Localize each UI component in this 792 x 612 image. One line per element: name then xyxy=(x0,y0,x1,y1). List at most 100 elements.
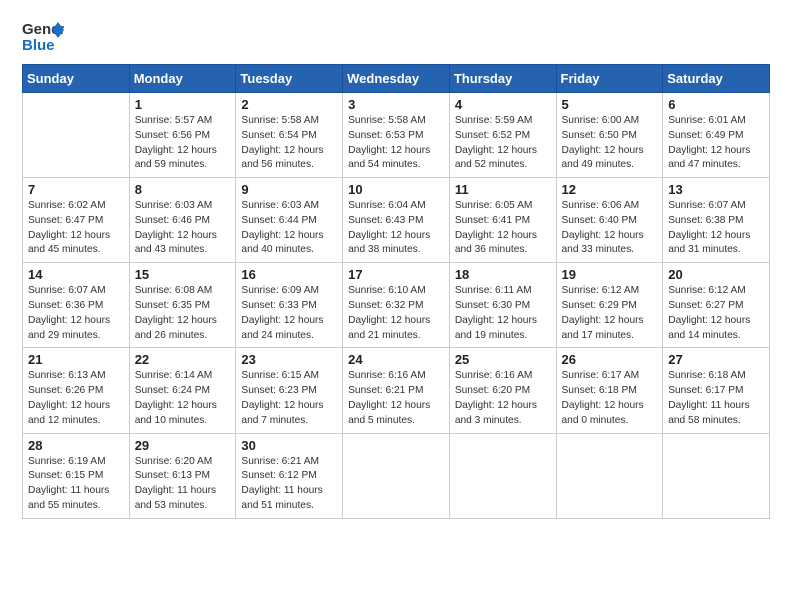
calendar-cell: 26Sunrise: 6:17 AM Sunset: 6:18 PM Dayli… xyxy=(556,348,663,433)
calendar-cell: 16 Sunrise: 6:09 AM Sunset: 6:33 PM Dayli… xyxy=(236,263,343,348)
day-number: 10 xyxy=(348,182,444,197)
day-number: 25 xyxy=(455,352,551,367)
logo-icon: General Blue xyxy=(22,18,64,54)
calendar-cell: 3 Sunrise: 5:58 AM Sunset: 6:53 PM Daylig… xyxy=(343,93,450,178)
day-info: Sunrise: 6:15 AM Sunset: 6:23 PM Dayligh… xyxy=(241,369,337,428)
day-info: Sunrise: 5:58 AM Sunset: 6:53 PM Dayligh… xyxy=(348,114,444,173)
day-info: Sunrise: 6:07 AM Sunset: 6:36 PM Dayligh… xyxy=(28,284,124,343)
day-number: 17 xyxy=(348,267,444,282)
calendar-cell: 2 Sunrise: 5:58 AM Sunset: 6:54 PM Daylig… xyxy=(236,93,343,178)
calendar-cell: 19 Sunrise: 6:12 AM Sunset: 6:29 PM Dayli… xyxy=(556,263,663,348)
calendar-cell: 5 Sunrise: 6:00 AM Sunset: 6:50 PM Daylig… xyxy=(556,93,663,178)
calendar-cell: 23 Sunrise: 6:15 AM Sunset: 6:23 PM Dayli… xyxy=(236,348,343,433)
calendar-cell: 4 Sunrise: 5:59 AM Sunset: 6:52 PM Daylig… xyxy=(449,93,556,178)
day-number: 6 xyxy=(668,97,764,112)
page: General Blue Sunday Monday Tuesday Wedne… xyxy=(0,0,792,612)
day-number: 24 xyxy=(348,352,444,367)
day-info: Sunrise: 6:01 AM Sunset: 6:49 PM Dayligh… xyxy=(668,114,764,173)
day-number: 2 xyxy=(241,97,337,112)
calendar-cell: 28 Sunrise: 6:19 AM Sunset: 6:15 PM Dayli… xyxy=(23,433,130,518)
calendar-cell: 20 Sunrise: 6:12 AM Sunset: 6:27 PM Dayli… xyxy=(663,263,770,348)
calendar-cell: 24 Sunrise: 6:16 AM Sunset: 6:21 PM Dayli… xyxy=(343,348,450,433)
day-info: Sunrise: 6:12 AM Sunset: 6:27 PM Dayligh… xyxy=(668,284,764,343)
day-info: Sunrise: 6:05 AM Sunset: 6:41 PM Dayligh… xyxy=(455,199,551,258)
day-info: Sunrise: 6:08 AM Sunset: 6:35 PM Dayligh… xyxy=(135,284,231,343)
calendar-week-row: 21Sunrise: 6:13 AM Sunset: 6:26 PM Dayli… xyxy=(23,348,770,433)
calendar-header-row: Sunday Monday Tuesday Wednesday Thursday… xyxy=(23,65,770,93)
calendar-week-row: 14 Sunrise: 6:07 AM Sunset: 6:36 PM Dayli… xyxy=(23,263,770,348)
day-info: Sunrise: 6:13 AM Sunset: 6:26 PM Dayligh… xyxy=(28,369,124,428)
day-number: 12 xyxy=(562,182,658,197)
day-info: Sunrise: 6:16 AM Sunset: 6:21 PM Dayligh… xyxy=(348,369,444,428)
col-saturday: Saturday xyxy=(663,65,770,93)
col-friday: Friday xyxy=(556,65,663,93)
day-info: Sunrise: 6:00 AM Sunset: 6:50 PM Dayligh… xyxy=(562,114,658,173)
day-info: Sunrise: 6:19 AM Sunset: 6:15 PM Dayligh… xyxy=(28,455,124,514)
day-number: 19 xyxy=(562,267,658,282)
calendar-week-row: 28 Sunrise: 6:19 AM Sunset: 6:15 PM Dayli… xyxy=(23,433,770,518)
col-thursday: Thursday xyxy=(449,65,556,93)
calendar-cell: 8 Sunrise: 6:03 AM Sunset: 6:46 PM Daylig… xyxy=(129,178,236,263)
day-info: Sunrise: 6:16 AM Sunset: 6:20 PM Dayligh… xyxy=(455,369,551,428)
day-number: 11 xyxy=(455,182,551,197)
day-number: 14 xyxy=(28,267,124,282)
day-number: 28 xyxy=(28,438,124,453)
calendar-cell: 18Sunrise: 6:11 AM Sunset: 6:30 PM Dayli… xyxy=(449,263,556,348)
col-wednesday: Wednesday xyxy=(343,65,450,93)
day-number: 1 xyxy=(135,97,231,112)
calendar-cell: 7 Sunrise: 6:02 AM Sunset: 6:47 PM Daylig… xyxy=(23,178,130,263)
day-number: 23 xyxy=(241,352,337,367)
calendar-cell: 6 Sunrise: 6:01 AM Sunset: 6:49 PM Daylig… xyxy=(663,93,770,178)
calendar-cell: 1 Sunrise: 5:57 AM Sunset: 6:56 PM Daylig… xyxy=(129,93,236,178)
col-sunday: Sunday xyxy=(23,65,130,93)
calendar-cell: 12 Sunrise: 6:06 AM Sunset: 6:40 PM Dayli… xyxy=(556,178,663,263)
calendar-cell: 13Sunrise: 6:07 AM Sunset: 6:38 PM Dayli… xyxy=(663,178,770,263)
day-info: Sunrise: 5:58 AM Sunset: 6:54 PM Dayligh… xyxy=(241,114,337,173)
day-info: Sunrise: 6:07 AM Sunset: 6:38 PM Dayligh… xyxy=(668,199,764,258)
day-number: 27 xyxy=(668,352,764,367)
logo-svg-container: General Blue xyxy=(22,18,64,54)
calendar-table: Sunday Monday Tuesday Wednesday Thursday… xyxy=(22,64,770,519)
day-number: 4 xyxy=(455,97,551,112)
day-info: Sunrise: 6:20 AM Sunset: 6:13 PM Dayligh… xyxy=(135,455,231,514)
calendar-cell xyxy=(23,93,130,178)
logo: General Blue xyxy=(22,18,64,54)
day-info: Sunrise: 6:03 AM Sunset: 6:46 PM Dayligh… xyxy=(135,199,231,258)
day-number: 15 xyxy=(135,267,231,282)
day-number: 5 xyxy=(562,97,658,112)
col-monday: Monday xyxy=(129,65,236,93)
day-number: 30 xyxy=(241,438,337,453)
svg-text:Blue: Blue xyxy=(22,37,55,54)
day-number: 18 xyxy=(455,267,551,282)
day-number: 29 xyxy=(135,438,231,453)
day-info: Sunrise: 6:12 AM Sunset: 6:29 PM Dayligh… xyxy=(562,284,658,343)
calendar-cell: 9Sunrise: 6:03 AM Sunset: 6:44 PM Daylig… xyxy=(236,178,343,263)
calendar-cell xyxy=(449,433,556,518)
calendar-cell: 25 Sunrise: 6:16 AM Sunset: 6:20 PM Dayli… xyxy=(449,348,556,433)
day-info: Sunrise: 6:10 AM Sunset: 6:32 PM Dayligh… xyxy=(348,284,444,343)
day-number: 9 xyxy=(241,182,337,197)
calendar-cell: 22Sunrise: 6:14 AM Sunset: 6:24 PM Dayli… xyxy=(129,348,236,433)
day-info: Sunrise: 6:17 AM Sunset: 6:18 PM Dayligh… xyxy=(562,369,658,428)
day-info: Sunrise: 6:18 AM Sunset: 6:17 PM Dayligh… xyxy=(668,369,764,428)
day-number: 20 xyxy=(668,267,764,282)
day-number: 8 xyxy=(135,182,231,197)
calendar-cell: 10Sunrise: 6:04 AM Sunset: 6:43 PM Dayli… xyxy=(343,178,450,263)
day-number: 7 xyxy=(28,182,124,197)
day-info: Sunrise: 6:09 AM Sunset: 6:33 PM Dayligh… xyxy=(241,284,337,343)
day-info: Sunrise: 6:21 AM Sunset: 6:12 PM Dayligh… xyxy=(241,455,337,514)
calendar-cell: 17 Sunrise: 6:10 AM Sunset: 6:32 PM Dayli… xyxy=(343,263,450,348)
day-number: 16 xyxy=(241,267,337,282)
day-number: 22 xyxy=(135,352,231,367)
day-info: Sunrise: 6:06 AM Sunset: 6:40 PM Dayligh… xyxy=(562,199,658,258)
calendar-cell xyxy=(343,433,450,518)
calendar-cell: 15 Sunrise: 6:08 AM Sunset: 6:35 PM Dayli… xyxy=(129,263,236,348)
calendar-cell: 14 Sunrise: 6:07 AM Sunset: 6:36 PM Dayli… xyxy=(23,263,130,348)
col-tuesday: Tuesday xyxy=(236,65,343,93)
day-info: Sunrise: 6:02 AM Sunset: 6:47 PM Dayligh… xyxy=(28,199,124,258)
day-info: Sunrise: 5:57 AM Sunset: 6:56 PM Dayligh… xyxy=(135,114,231,173)
day-number: 3 xyxy=(348,97,444,112)
calendar-cell xyxy=(663,433,770,518)
calendar-week-row: 1 Sunrise: 5:57 AM Sunset: 6:56 PM Daylig… xyxy=(23,93,770,178)
day-info: Sunrise: 5:59 AM Sunset: 6:52 PM Dayligh… xyxy=(455,114,551,173)
